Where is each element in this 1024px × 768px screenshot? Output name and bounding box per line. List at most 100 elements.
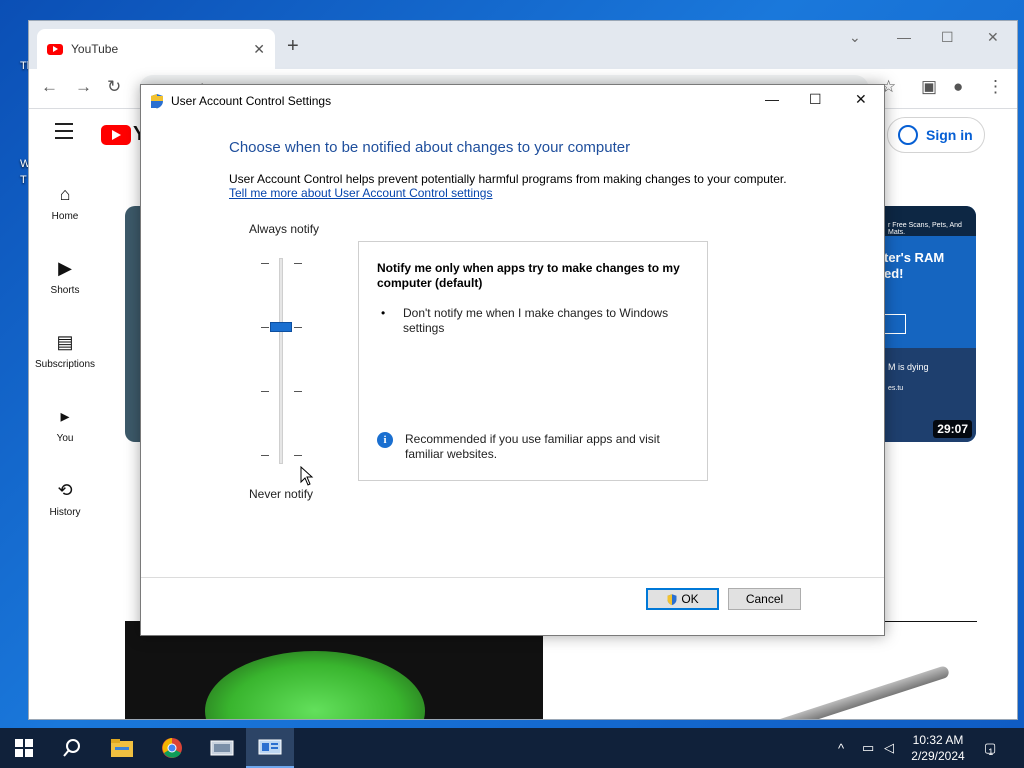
tab-close-icon[interactable]: ✕ — [253, 41, 265, 58]
close-icon[interactable]: ✕ — [855, 91, 867, 108]
slider-tick — [294, 327, 302, 328]
close-icon[interactable]: ✕ — [987, 29, 999, 46]
uac-description: User Account Control helps prevent poten… — [229, 172, 787, 186]
guide-label: Shorts — [50, 285, 80, 296]
slider-tick — [261, 327, 269, 328]
slider-tick — [261, 455, 269, 456]
forward-icon[interactable]: → — [75, 77, 92, 97]
profile-icon[interactable]: ● — [953, 77, 963, 97]
footer-divider — [141, 577, 884, 578]
uac-shield-icon — [151, 93, 163, 108]
network-app-icon — [210, 740, 234, 756]
thumbnail-image — [765, 664, 951, 719]
selected-level-recommendation: Recommended if you use familiar apps and… — [405, 432, 660, 461]
uac-settings-button[interactable] — [246, 728, 294, 768]
guide-item-you[interactable]: ▸ You — [29, 406, 101, 444]
file-explorer-button[interactable] — [98, 728, 146, 768]
minimize-icon[interactable]: — — [897, 29, 911, 45]
slider-tick — [294, 263, 302, 264]
notify-level-slider[interactable] — [279, 258, 283, 464]
slider-tick — [294, 455, 302, 456]
always-notify-label: Always notify — [249, 222, 320, 236]
guide-item-history[interactable]: ⟲ History — [29, 480, 101, 518]
notification-center-button[interactable]: ▢ 1 — [984, 728, 996, 768]
desktop-icon-label[interactable]: T — [20, 174, 27, 186]
ok-button[interactable]: OK — [646, 588, 719, 610]
slider-tick — [261, 391, 269, 392]
selected-level-detail: Don't notify me when I make changes to W… — [403, 306, 669, 335]
youtube-favicon-icon — [47, 43, 63, 55]
guide-item-home[interactable]: ⌂ Home — [29, 184, 101, 222]
cancel-button[interactable]: Cancel — [728, 588, 801, 610]
shorts-icon: ▶ — [58, 258, 72, 278]
guide-label: History — [49, 507, 81, 518]
hamburger-menu-icon[interactable] — [55, 123, 73, 144]
side-panel-icon[interactable]: ▣ — [921, 77, 937, 97]
guide-label: Home — [51, 211, 79, 222]
uac-window-title: User Account Control Settings — [171, 93, 332, 108]
ok-label: OK — [681, 592, 699, 606]
thumbnail-sub: M is dying — [888, 362, 929, 372]
uac-dialog: User Account Control Settings — ☐ ✕ Choo… — [140, 84, 885, 636]
thumbnail-text: r Free Scans, Pets, And Mats. — [884, 206, 976, 236]
tab-strip: YouTube ✕ + ⌄ — ☐ ✕ — [29, 21, 1017, 69]
tab-title: YouTube — [71, 42, 119, 56]
youtube-logo-icon[interactable] — [101, 125, 131, 145]
guide-item-shorts[interactable]: ▶ Shorts — [29, 258, 101, 296]
maximize-icon[interactable]: ☐ — [809, 91, 822, 108]
video-duration: 29:07 — [933, 420, 972, 438]
network-icon[interactable]: ▭ — [862, 728, 874, 768]
tab-search-icon[interactable]: ⌄ — [849, 29, 861, 46]
video-thumbnail[interactable]: r Free Scans, Pets, And Mats. ter's RAM … — [884, 206, 976, 442]
never-notify-label: Never notify — [249, 487, 314, 501]
uac-heading: Choose when to be notified about changes… — [229, 139, 631, 156]
uac-title-bar[interactable]: User Account Control Settings — ☐ ✕ — [141, 85, 884, 116]
chrome-icon — [162, 738, 182, 758]
show-hidden-icons[interactable]: ^ — [838, 728, 844, 768]
account-icon — [898, 125, 918, 145]
file-explorer-icon — [111, 739, 133, 757]
uac-learn-more-link[interactable]: Tell me more about User Account Control … — [229, 186, 492, 200]
desktop: Th W T YouTube ✕ + ⌄ — ☐ ✕ ← → ↻ youtube… — [0, 0, 1024, 728]
search-button[interactable] — [48, 728, 96, 768]
uac-description-panel: Notify me only when apps try to make cha… — [358, 241, 708, 481]
thumbnail-image — [205, 651, 425, 719]
chrome-button[interactable] — [148, 728, 196, 768]
reload-icon[interactable]: ↻ — [107, 77, 121, 97]
network-app-button[interactable] — [198, 728, 246, 768]
new-tab-button[interactable]: + — [287, 35, 299, 58]
search-icon — [63, 739, 80, 757]
you-icon: ▸ — [60, 406, 70, 426]
sign-in-button[interactable]: Sign in — [887, 117, 985, 153]
uac-settings-icon — [258, 739, 282, 755]
thumbnail-box — [884, 314, 906, 334]
maximize-icon[interactable]: ☐ — [941, 29, 954, 46]
slider-thumb[interactable] — [270, 322, 292, 332]
sign-in-label: Sign in — [926, 127, 973, 143]
home-icon: ⌂ — [59, 184, 71, 204]
clock[interactable]: 10:32 AM 2/29/2024 — [906, 732, 970, 764]
taskbar: ^ ▭ ◁ 10:32 AM 2/29/2024 ▢ 1 — [0, 728, 1024, 768]
slider-tick — [294, 391, 302, 392]
date: 2/29/2024 — [911, 749, 965, 763]
volume-icon[interactable]: ◁ — [884, 728, 894, 768]
slider-tick — [261, 263, 269, 264]
guide-label: Subscriptions — [34, 359, 96, 370]
thumbnail-headline: ter's RAM ed! — [884, 250, 945, 281]
history-icon: ⟲ — [57, 480, 73, 500]
minimize-icon[interactable]: — — [765, 91, 779, 107]
start-button[interactable] — [0, 728, 48, 768]
menu-icon[interactable]: ⋮ — [987, 77, 1004, 97]
notification-count: 1 — [988, 747, 994, 757]
thumbnail-caption: es.tu — [888, 385, 904, 392]
info-icon: i — [377, 432, 393, 448]
selected-level-title: Notify me only when apps try to make cha… — [377, 261, 680, 290]
bullet-icon: • — [381, 306, 386, 320]
uac-shield-icon — [667, 593, 677, 605]
subscriptions-icon: ▤ — [56, 332, 74, 352]
back-icon[interactable]: ← — [41, 77, 58, 97]
start-icon — [15, 739, 33, 757]
guide-label: You — [56, 433, 74, 444]
tab-youtube[interactable]: YouTube ✕ — [37, 29, 275, 69]
guide-item-subscriptions[interactable]: ▤ Subscriptions — [29, 332, 101, 370]
